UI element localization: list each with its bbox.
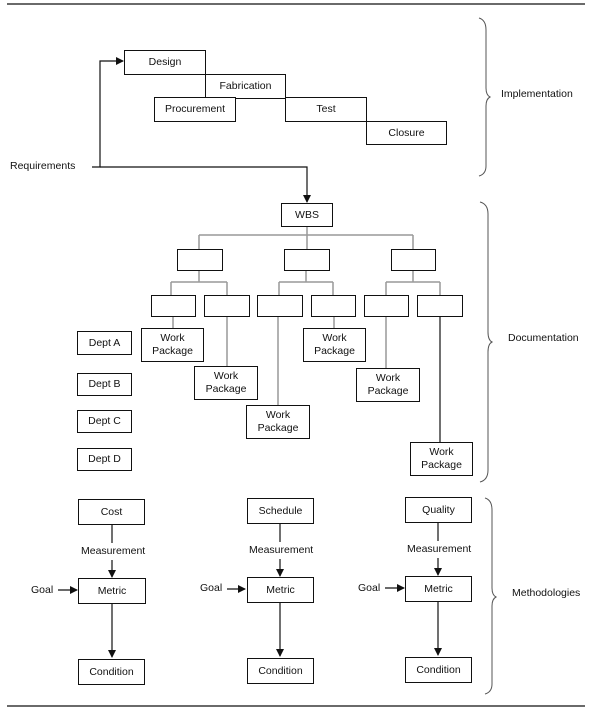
phase-closure: Closure [366, 121, 447, 145]
work-package-label-line1: Work [429, 446, 454, 458]
work-package-label-line2: Package [314, 345, 355, 357]
wbs-level2-box [364, 295, 409, 317]
work-package-label-line1: Work [322, 332, 347, 344]
implementation-brace [478, 17, 492, 177]
work-package-label-line2: Package [152, 345, 193, 357]
schedule-measurement-label: Measurement [249, 544, 314, 556]
work-package-label-line1: Work [160, 332, 185, 344]
cost-goal-label: Goal [31, 584, 54, 596]
methodologies-section-label: Methodologies [512, 587, 581, 599]
wbs-level1-box [177, 249, 223, 271]
department-b: Dept B [77, 373, 132, 396]
requirements-label: Requirements [10, 160, 76, 172]
cost-metric-box: Metric [78, 578, 146, 604]
work-package-label-line1: Work [265, 409, 291, 421]
work-package-box: Work Package [194, 366, 258, 400]
work-package-box: Work Package [356, 368, 420, 402]
requirements-to-design-arrow [92, 57, 124, 168]
work-package-box: Work Package [246, 405, 310, 439]
wbs-level2-box [257, 295, 303, 317]
schedule-box: Schedule [247, 498, 314, 524]
department-d: Dept D [77, 448, 132, 471]
implementation-section-label: Implementation [501, 88, 573, 100]
work-package-label-line2: Package [205, 383, 247, 395]
phase-procurement: Procurement [154, 97, 236, 122]
cost-measurement-label: Measurement [81, 545, 146, 557]
schedule-metric-box: Metric [247, 577, 314, 603]
cost-condition-box: Condition [78, 659, 145, 685]
quality-box: Quality [405, 497, 472, 523]
department-a: Dept A [77, 331, 132, 355]
work-package-label-line2: Package [421, 459, 462, 471]
requirements-to-wbs-arrow [100, 166, 311, 203]
wbs-level2-box [151, 295, 196, 317]
work-package-label-line2: Package [367, 385, 409, 397]
schedule-goal-label: Goal [200, 582, 223, 594]
methodologies-brace [484, 497, 498, 695]
phase-design: Design [124, 50, 206, 75]
quality-metric-box: Metric [405, 576, 472, 602]
wbs-level1-box [284, 249, 330, 271]
quality-measurement-label: Measurement [407, 543, 472, 555]
quality-goal-label: Goal [358, 582, 381, 594]
cost-box: Cost [78, 499, 145, 525]
phase-fabrication: Fabrication [205, 74, 286, 99]
phase-test: Test [285, 97, 367, 122]
wbs-level1-box [391, 249, 436, 271]
work-package-box: Work Package [410, 442, 473, 476]
schedule-condition-box: Condition [247, 658, 314, 684]
wbs-level2-box [417, 295, 463, 317]
documentation-section-label: Documentation [508, 332, 579, 344]
documentation-brace [479, 201, 494, 483]
work-package-label-line2: Package [257, 422, 299, 434]
wbs-level2-box [311, 295, 356, 317]
work-package-box: Work Package [303, 328, 366, 362]
work-package-label-line1: Work [375, 372, 401, 384]
work-package-label-line1: Work [213, 370, 239, 382]
quality-condition-box: Condition [405, 657, 472, 683]
wbs-level2-box [204, 295, 250, 317]
wbs-root: WBS [281, 203, 333, 227]
work-package-box: Work Package [141, 328, 204, 362]
department-c: Dept C [77, 410, 132, 433]
